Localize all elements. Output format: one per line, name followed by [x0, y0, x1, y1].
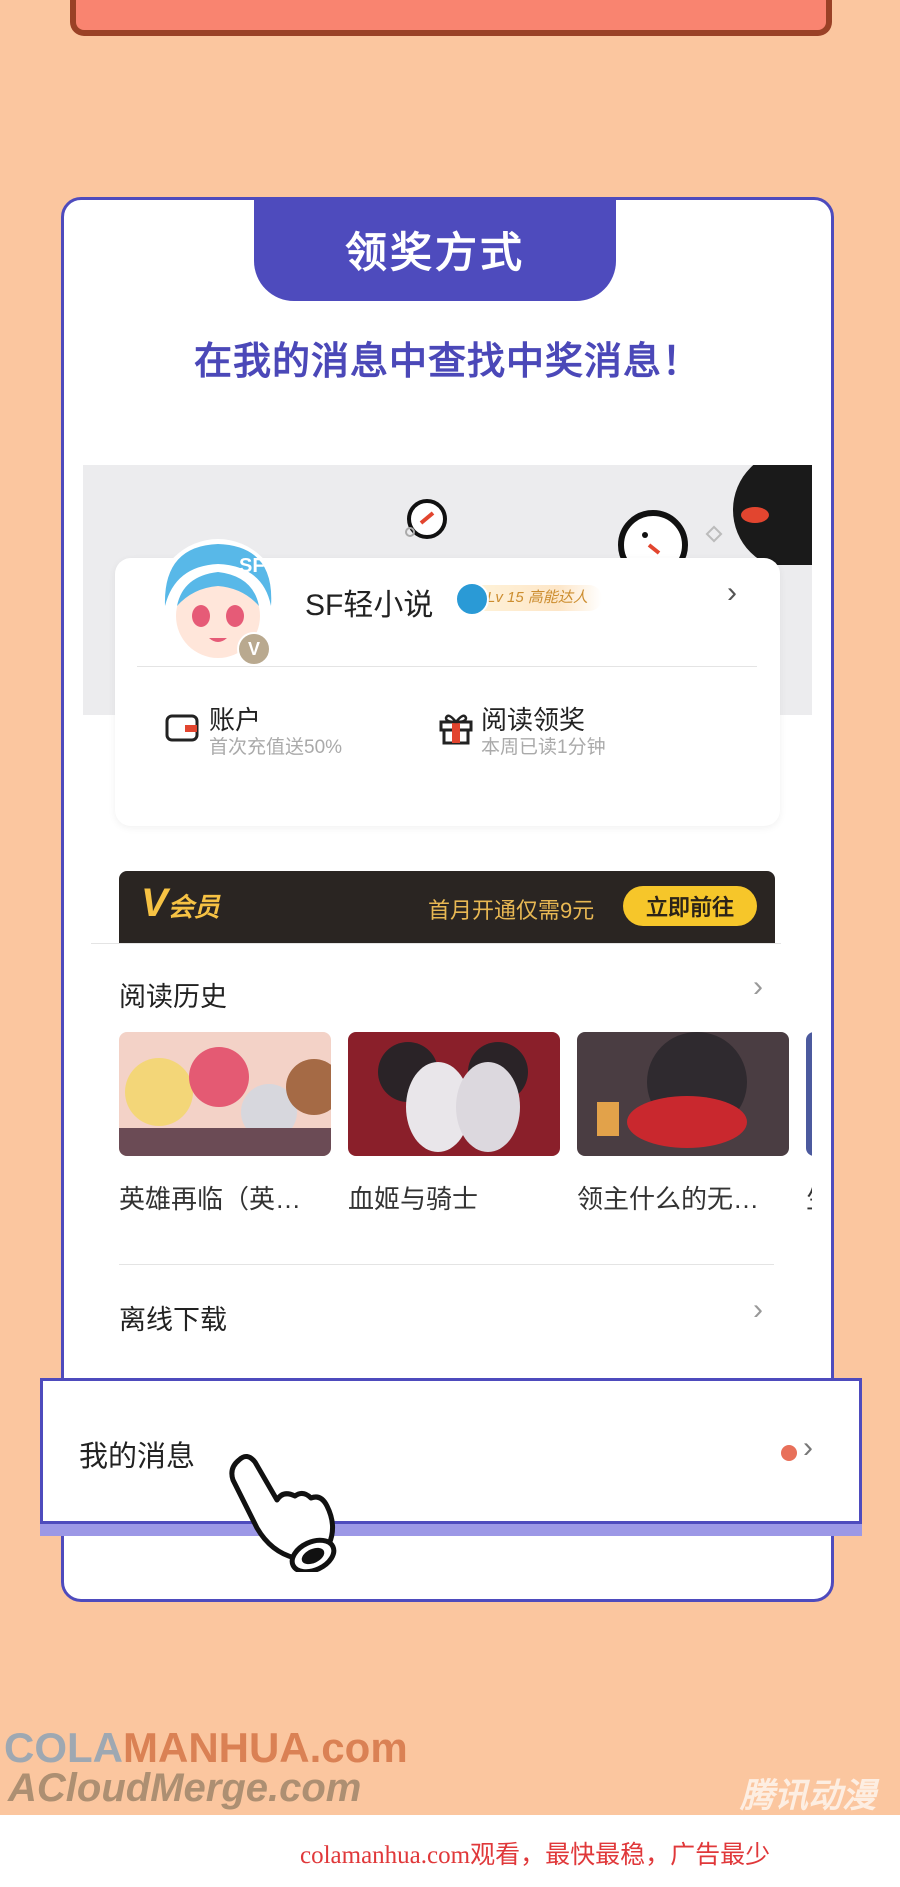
book-item[interactable]: 英雄再临（英… [119, 1032, 342, 1216]
footer-text: colamanhua.com观看，最快最稳，广告最少 [300, 1842, 771, 1869]
watermark-acloudmerge: ACloudMerge.com [8, 1766, 362, 1810]
avatar-badge: V [237, 632, 271, 666]
diamond-decoration-icon [705, 525, 723, 543]
username[interactable]: SF轻小说 [305, 580, 433, 624]
account-subtitle: 首次充值送50% [209, 737, 343, 758]
pointing-hand-icon [229, 1454, 337, 1572]
app-screenshot: SF V SF轻小说 Lv 15 高能达人 › 账户 首次充值送50% 阅读领奖… [83, 465, 812, 1375]
reading-history-title[interactable]: 阅读历史 [119, 975, 227, 1014]
top-banner [70, 0, 832, 36]
watermark-logo: 腾讯动漫 [740, 1777, 876, 1815]
chevron-right-icon[interactable]: › [803, 1431, 813, 1465]
book-item[interactable]: 生 [806, 1032, 812, 1216]
book-cover [119, 1032, 342, 1156]
reading-history-chevron-icon[interactable]: › [753, 970, 763, 1004]
vip-banner[interactable]: V会员 首月开通仅需9元 立即前往 [119, 871, 775, 943]
book-item[interactable]: 血姬与骑士 [348, 1032, 560, 1216]
reading-reward-subtitle: 本周已读1分钟 [481, 737, 606, 758]
vip-divider [91, 943, 781, 944]
book-title: 血姬与骑士 [348, 1184, 479, 1214]
book-cover [348, 1032, 560, 1156]
gift-icon [439, 714, 473, 745]
book-title: 英雄再临（英… [119, 1184, 302, 1214]
chevron-right-icon[interactable]: › [727, 576, 737, 610]
footer-bar: colamanhua.com观看，最快最稳，广告最少 [0, 1815, 900, 1887]
profile-card[interactable]: SF V SF轻小说 Lv 15 高能达人 › 账户 首次充值送50% 阅读领奖… [115, 539, 780, 826]
mascot-decoration-icon [733, 465, 812, 565]
vip-promo: 首月开通仅需9元 [428, 898, 595, 923]
watermark-colamanhua: COLAMANHUA.com [4, 1724, 408, 1771]
instruction-subtitle: 在我的消息中查找中奖消息！ [193, 341, 701, 383]
book-cover [577, 1032, 789, 1156]
vip-go-button[interactable]: 立即前往 [623, 886, 757, 926]
level-icon [455, 582, 489, 616]
offline-download-chevron-icon[interactable]: › [753, 1293, 763, 1327]
card-tab-title: 领奖方式 [344, 228, 525, 276]
book-title: 生 [806, 1179, 812, 1216]
svg-text:SF: SF [239, 555, 265, 577]
notification-dot [781, 1445, 797, 1461]
my-messages-row[interactable]: 我的消息 › [40, 1378, 862, 1524]
dot-decoration-icon [405, 527, 415, 537]
book-title: 领主什么的无… [577, 1184, 760, 1214]
book-item[interactable]: 领主什么的无… [577, 1032, 789, 1216]
my-messages-title: 我的消息 [79, 1441, 196, 1473]
wallet-icon [165, 714, 199, 742]
offline-divider [119, 1264, 774, 1265]
book-cover [806, 1032, 812, 1156]
penguin-decoration-icon [618, 510, 688, 565]
vip-logo: V会员 [141, 881, 220, 925]
profile-divider [137, 666, 757, 667]
offline-download-title[interactable]: 离线下载 [119, 1298, 227, 1337]
card-tab: 领奖方式 [254, 197, 616, 301]
